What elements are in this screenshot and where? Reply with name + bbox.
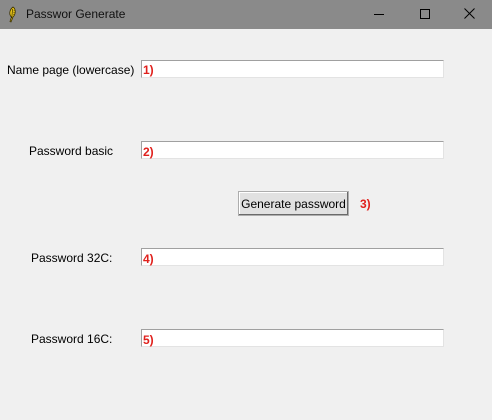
password-16c-field[interactable]	[141, 329, 444, 347]
name-page-label: Name page (lowercase)	[7, 63, 135, 77]
password-32c-input[interactable]	[142, 249, 443, 265]
minimize-button[interactable]	[356, 0, 402, 29]
password-16c-label: Password 16C:	[31, 332, 113, 346]
annotation-3: 3)	[360, 197, 371, 211]
minimize-icon	[374, 6, 384, 24]
app-window: Passwor Generate Name page (lowercase) 1…	[0, 0, 492, 420]
window-title: Passwor Generate	[26, 7, 126, 21]
title-bar[interactable]: Passwor Generate	[0, 0, 492, 29]
close-icon	[463, 6, 475, 24]
annotation-5: 5)	[143, 333, 154, 347]
maximize-icon	[420, 6, 430, 24]
name-page-input[interactable]	[142, 61, 443, 77]
password-basic-input[interactable]	[142, 142, 443, 158]
annotation-1: 1)	[143, 63, 154, 77]
close-button[interactable]	[446, 0, 492, 29]
annotation-2: 2)	[143, 145, 154, 159]
feather-icon	[6, 6, 18, 23]
password-32c-field[interactable]	[141, 248, 444, 266]
password-32c-label: Password 32C:	[31, 251, 113, 265]
name-page-field[interactable]	[141, 60, 444, 78]
annotation-4: 4)	[143, 252, 154, 266]
password-16c-input[interactable]	[142, 330, 443, 346]
generate-password-button[interactable]: Generate password	[238, 191, 349, 216]
maximize-button[interactable]	[402, 0, 448, 29]
password-basic-label: Password basic	[29, 144, 114, 158]
password-basic-field[interactable]	[141, 141, 444, 159]
